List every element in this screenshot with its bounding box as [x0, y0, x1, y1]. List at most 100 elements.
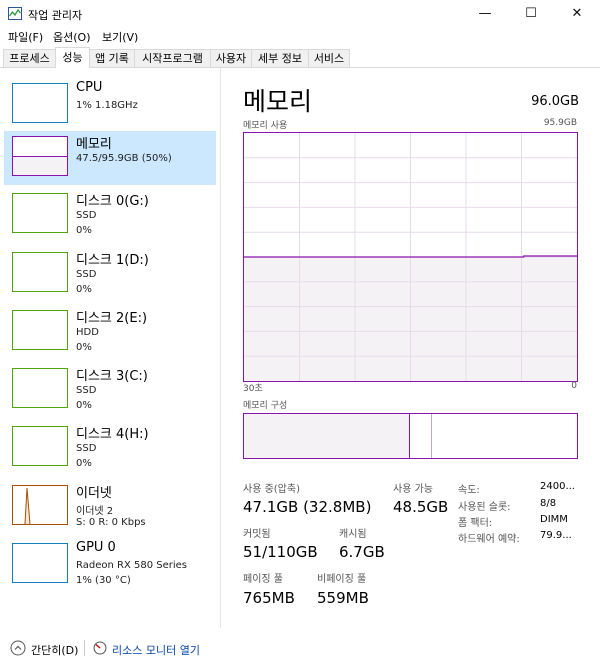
sidebar-item-usage: 0%	[76, 400, 92, 411]
usage-graph-max: 95.9GB	[543, 118, 577, 128]
sidebar-item-type: HDD	[76, 327, 99, 338]
sidebar-item-type: SSD	[76, 210, 97, 221]
page-title: 메모리	[243, 87, 313, 116]
memory-usage-graph	[243, 132, 578, 382]
sidebar-item-cpu[interactable]: CPU 1% 1.18GHz	[4, 78, 216, 132]
sidebar-item-name: 메모리	[76, 137, 112, 152]
sidebar-item-ethernet[interactable]: 이더넷 이더넷 2 S: 0 R: 0 Kbps	[4, 480, 216, 534]
composition-modified	[409, 414, 432, 458]
tab-startup[interactable]: 시작프로그램	[134, 49, 211, 67]
slots-used-value: 8/8	[540, 498, 557, 509]
usage-graph-label: 메모리 사용	[243, 121, 288, 131]
gpu-thumbnail	[12, 543, 68, 583]
tab-processes[interactable]: 프로세스	[3, 49, 56, 67]
sidebar-item-detail: 1% 1.18GHz	[76, 100, 138, 111]
sidebar-item-disk-2[interactable]: 디스크 2(E:) HDD 0%	[4, 305, 216, 359]
available-value: 48.5GB	[393, 498, 449, 516]
sidebar-item-name: CPU	[76, 80, 103, 95]
menu-bar: 파일(F) 옵션(O) 보기(V)	[0, 28, 600, 46]
memory-thumbnail	[12, 136, 68, 176]
maximize-button[interactable]: ☐	[508, 0, 554, 28]
resource-monitor-icon	[93, 641, 107, 655]
form-factor-label: 폼 팩터:	[458, 518, 493, 529]
committed-label: 커밋됨	[243, 529, 271, 540]
tab-details[interactable]: 세부 정보	[251, 49, 309, 67]
sidebar-item-type: SSD	[76, 269, 97, 280]
sidebar-item-name: 디스크 2(E:)	[76, 311, 148, 326]
disk-thumbnail	[12, 368, 68, 408]
nonpaged-pool-label: 비페이징 풀	[317, 574, 367, 585]
sidebar-item-disk-0[interactable]: 디스크 0(G:) SSD 0%	[4, 188, 216, 242]
sidebar-item-detail: 47.5/95.9GB (50%)	[76, 153, 172, 164]
memory-total: 96.0GB	[531, 94, 579, 109]
in-use-label: 사용 중(압축)	[243, 484, 300, 495]
hardware-reserved-label: 하드웨어 예약:	[458, 534, 520, 545]
sidebar-item-type: SSD	[76, 443, 97, 454]
window-title: 작업 관리자	[28, 9, 83, 22]
task-manager-icon	[8, 7, 22, 20]
speed-value: 2400...	[540, 481, 575, 492]
ethernet-thumbnail	[12, 485, 68, 525]
title-bar: 작업 관리자 — ☐ ✕	[0, 0, 600, 28]
sidebar-item-type: SSD	[76, 385, 97, 396]
composition-in-use	[244, 414, 410, 458]
memory-composition-bar	[243, 413, 578, 459]
slots-used-label: 사용된 슬롯:	[458, 502, 511, 513]
disk-thumbnail	[12, 426, 68, 466]
sidebar-item-model: Radeon RX 580 Series	[76, 560, 187, 571]
footer-divider	[84, 640, 85, 656]
paged-pool-value: 765MB	[243, 589, 295, 607]
disk-thumbnail	[12, 252, 68, 292]
open-resource-monitor-link[interactable]: 리소스 모니터 열기	[112, 642, 200, 658]
paged-pool-label: 페이징 풀	[243, 574, 283, 585]
committed-value: 51/110GB	[243, 543, 318, 561]
sidebar-item-usage: 0%	[76, 225, 92, 236]
menu-options[interactable]: 옵션(O)	[53, 29, 90, 45]
sidebar-item-name: GPU 0	[76, 540, 116, 555]
tab-users[interactable]: 사용자	[210, 49, 252, 67]
minimize-button[interactable]: —	[462, 0, 508, 28]
in-use-value: 47.1GB (32.8MB)	[243, 498, 372, 516]
fewer-details-link[interactable]: 간단히(D)	[31, 642, 78, 658]
menu-file[interactable]: 파일(F)	[8, 29, 43, 45]
disk-thumbnail	[12, 310, 68, 350]
cached-label: 캐시됨	[339, 529, 367, 540]
speed-label: 속도:	[458, 485, 480, 496]
sidebar-item-memory[interactable]: 메모리 47.5/95.9GB (50%)	[4, 131, 216, 185]
form-factor-value: DIMM	[540, 514, 568, 525]
cpu-thumbnail	[12, 83, 68, 123]
sidebar-item-throughput: S: 0 R: 0 Kbps	[76, 517, 146, 528]
footer: 간단히(D) 리소스 모니터 열기	[0, 630, 600, 670]
sidebar-item-name: 디스크 3(C:)	[76, 369, 148, 384]
chevron-up-icon[interactable]	[10, 640, 26, 656]
tab-performance[interactable]: 성능	[55, 47, 90, 68]
tab-services[interactable]: 서비스	[308, 49, 350, 67]
usage-graph-canvas	[244, 133, 577, 381]
graph-time-end: 0	[571, 381, 577, 391]
ethernet-spike	[24, 487, 31, 524]
sidebar-item-usage: 0%	[76, 284, 92, 295]
hardware-reserved-value: 79.9...	[540, 530, 572, 541]
sidebar-item-adapter: 이더넷 2	[76, 506, 114, 517]
available-label: 사용 가능	[393, 484, 433, 495]
disk-thumbnail	[12, 193, 68, 233]
sidebar-item-disk-4[interactable]: 디스크 4(H:) SSD 0%	[4, 421, 216, 475]
sidebar-item-disk-1[interactable]: 디스크 1(D:) SSD 0%	[4, 247, 216, 301]
close-button[interactable]: ✕	[554, 0, 600, 28]
tab-bar: 프로세스 성능 앱 기록 시작프로그램 사용자 세부 정보 서비스	[0, 47, 600, 68]
tab-app-history[interactable]: 앱 기록	[89, 49, 135, 67]
sidebar-item-name: 디스크 1(D:)	[76, 253, 149, 268]
sidebar-item-usage: 1% (30 °C)	[76, 575, 131, 586]
cached-value: 6.7GB	[339, 543, 385, 561]
sidebar-item-usage: 0%	[76, 458, 92, 469]
sidebar-item-disk-3[interactable]: 디스크 3(C:) SSD 0%	[4, 363, 216, 417]
graph-time-start: 30초	[243, 384, 263, 394]
composition-label: 메모리 구성	[243, 401, 288, 411]
sidebar-item-name: 이더넷	[76, 486, 112, 501]
nonpaged-pool-value: 559MB	[317, 589, 369, 607]
sidebar-item-name: 디스크 0(G:)	[76, 194, 149, 209]
sidebar-item-usage: 0%	[76, 342, 92, 353]
sidebar-item-name: 디스크 4(H:)	[76, 427, 149, 442]
sidebar-item-gpu[interactable]: GPU 0 Radeon RX 580 Series 1% (30 °C)	[4, 538, 216, 592]
menu-view[interactable]: 보기(V)	[102, 29, 138, 45]
